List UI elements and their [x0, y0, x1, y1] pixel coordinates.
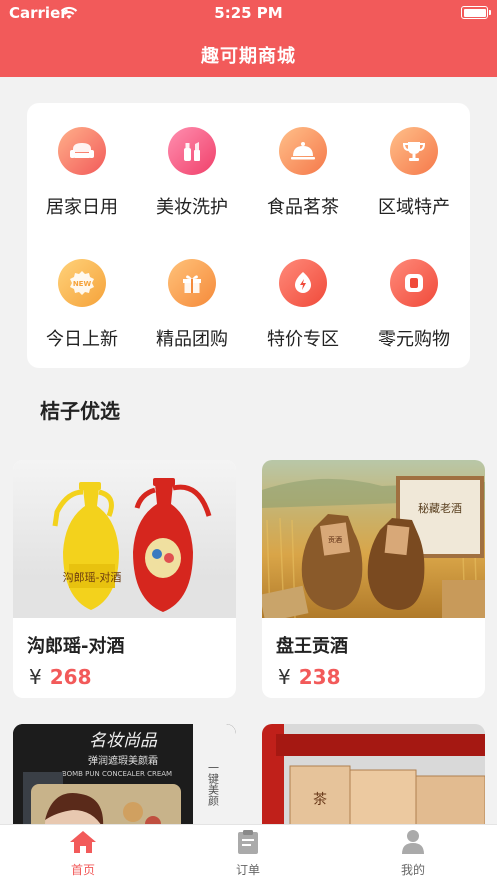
category-label: 今日上新 [46, 329, 118, 350]
cosmetics-icon [168, 127, 216, 175]
category-item-cosmetics[interactable]: 美妆洗护 [137, 127, 247, 219]
trophy-icon [390, 127, 438, 175]
tab-label: 订单 [235, 863, 260, 877]
category-label: 食品茗茶 [267, 197, 339, 218]
bottle-label-text: 沟郎瑶-对酒 [63, 570, 122, 584]
bottom-tab-bar: 首页 订单 我的 [0, 824, 497, 883]
food-cloche-icon [279, 127, 327, 175]
side-text: 一键美颜 [207, 762, 220, 807]
home-icon [69, 831, 97, 859]
product-card[interactable]: 沟郎瑶-对酒 沟郎瑶-对酒 ¥268 [13, 460, 236, 698]
page-title: 趣可期商城 [201, 46, 296, 67]
product-image: 沟郎瑶-对酒 [13, 460, 236, 618]
product-price: ¥268 [29, 665, 91, 689]
product-name: 沟郎瑶-对酒 [27, 636, 125, 657]
user-icon [401, 830, 425, 859]
sign-text: 秘藏老酒 [418, 501, 462, 515]
clock: 5:25 PM [214, 4, 283, 22]
currency-symbol: ¥ [29, 665, 42, 689]
tab-home[interactable]: 首页 [43, 829, 123, 878]
category-item-new-today[interactable]: NEW 今日上新 [27, 259, 137, 351]
product-image: 秘藏老酒 贡酒 [262, 460, 485, 618]
tab-label: 我的 [400, 863, 425, 877]
category-item-zero-yuan[interactable]: 零元购物 [359, 259, 469, 351]
product-line1-text: 弹润遮瑕美颜霜 [88, 754, 158, 767]
battery-icon [461, 6, 491, 19]
price-value: 238 [298, 665, 341, 689]
new-badge-icon: NEW [58, 259, 106, 307]
category-item-group-buy[interactable]: 精品团购 [137, 259, 247, 351]
product-price: ¥238 [278, 665, 340, 689]
product-name: 盘王贡酒 [276, 636, 348, 657]
gift-icon [168, 259, 216, 307]
product-line2-text: BOMB PUN CONCEALER CREAM [62, 770, 172, 778]
tab-profile[interactable]: 我的 [373, 829, 453, 878]
box-mark-text: 茶 [313, 792, 327, 808]
flame-icon [279, 259, 327, 307]
category-grid: 居家日用 美妆洗护 食品茗茶 区域特产 NEW 今日上新 精品团购 特价专区 零… [27, 103, 470, 368]
category-item-home-goods[interactable]: 居家日用 [27, 127, 137, 219]
svg-text:NEW: NEW [73, 280, 92, 288]
category-item-special-offer[interactable]: 特价专区 [248, 259, 358, 351]
section-title: 桔子优选 [40, 399, 120, 423]
currency-symbol: ¥ [278, 665, 291, 689]
price-value: 268 [49, 665, 92, 689]
sofa-icon [58, 127, 106, 175]
product-card[interactable]: 秘藏老酒 贡酒 盘王贡酒 ¥238 [262, 460, 485, 698]
category-label: 特价专区 [267, 329, 339, 350]
category-item-local-specialty[interactable]: 区域特产 [359, 127, 469, 219]
category-label: 零元购物 [378, 329, 450, 350]
category-item-food-tea[interactable]: 食品茗茶 [248, 127, 358, 219]
brand-text: 名妆尚品 [89, 731, 158, 751]
square-icon [390, 259, 438, 307]
tab-orders[interactable]: 订单 [208, 829, 288, 878]
clipboard-icon [236, 830, 260, 859]
jar-label-text: 贡酒 [328, 536, 342, 544]
status-bar: Carrier 5:25 PM [0, 0, 497, 26]
tab-label: 首页 [70, 863, 95, 877]
app-header: Carrier 5:25 PM 趣可期商城 [0, 0, 497, 77]
category-label: 居家日用 [46, 197, 118, 218]
category-label: 美妆洗护 [156, 197, 228, 218]
category-label: 精品团购 [156, 329, 228, 350]
category-label: 区域特产 [378, 197, 450, 218]
